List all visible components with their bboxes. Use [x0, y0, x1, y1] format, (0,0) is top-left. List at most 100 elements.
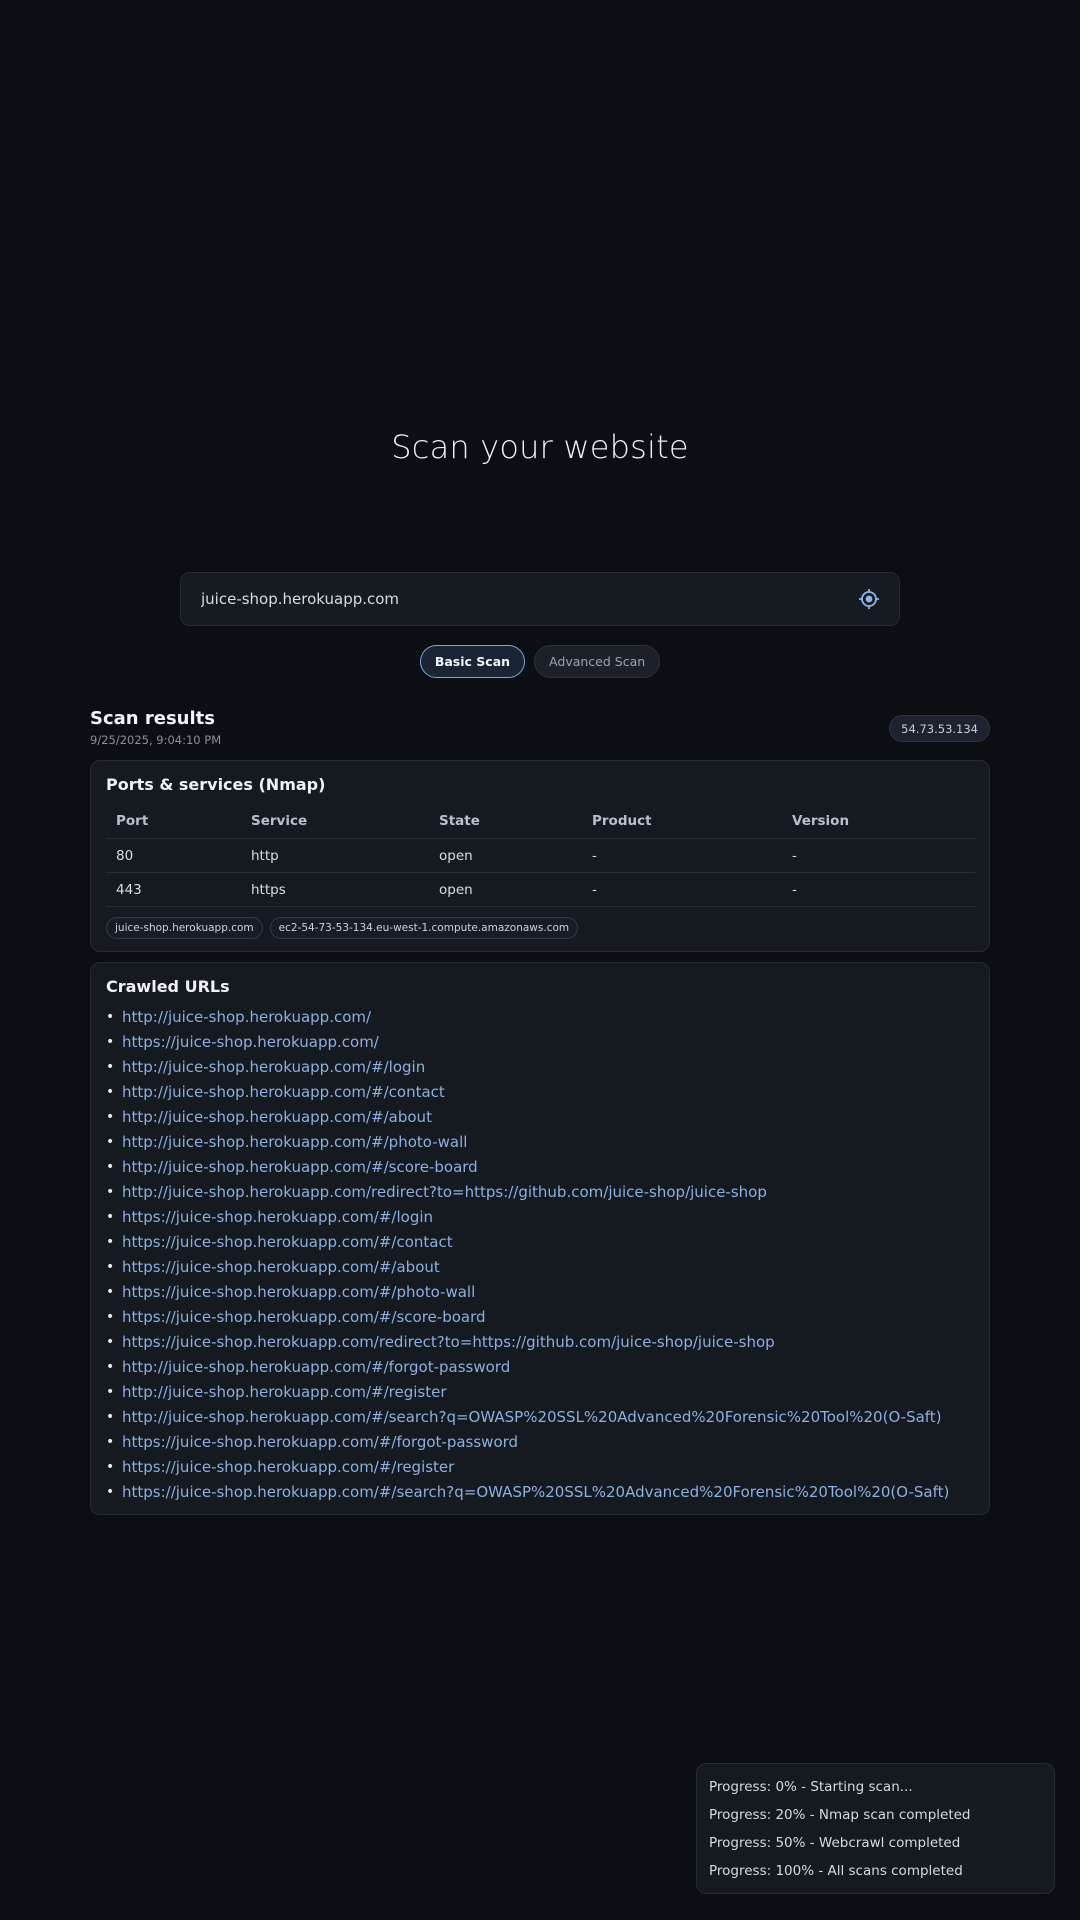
url-link[interactable]: https://juice-shop.herokuapp.com/#/login: [122, 1208, 433, 1226]
column-header: Product: [582, 804, 782, 839]
url-link[interactable]: https://juice-shop.herokuapp.com/#/forgo…: [122, 1433, 518, 1451]
list-item: • http://juice-shop.herokuapp.com/#/score…: [106, 1154, 975, 1179]
url-link[interactable]: https://juice-shop.herokuapp.com/: [122, 1033, 379, 1051]
url-input[interactable]: [201, 590, 857, 608]
bullet-icon: •: [106, 1233, 115, 1250]
list-item: • https://juice-shop.herokuapp.com/#/phot…: [106, 1279, 975, 1304]
progress-line: Progress: 0% - Starting scan...: [709, 1779, 913, 1795]
list-item: • https://juice-shop.herokuapp.com/#/cont…: [106, 1229, 975, 1254]
url-link[interactable]: https://juice-shop.herokuapp.com/#/score…: [122, 1308, 486, 1326]
hostname-chip: ec2-54-73-53-134.eu-west-1.compute.amazo…: [269, 917, 579, 939]
url-list: • http://juice-shop.herokuapp.com/ • https…: [106, 1004, 975, 1504]
bullet-icon: •: [106, 1158, 115, 1175]
url-link[interactable]: https://juice-shop.herokuapp.com/#/photo…: [122, 1283, 475, 1301]
column-header: State: [429, 804, 582, 839]
bullet-icon: •: [106, 1283, 115, 1300]
column-header: Service: [241, 804, 429, 839]
product-cell: -: [582, 872, 782, 907]
port-cell: 80: [106, 838, 241, 873]
state-cell: open: [429, 872, 582, 907]
url-link[interactable]: https://juice-shop.herokuapp.com/#/about: [122, 1258, 440, 1276]
version-cell: -: [782, 838, 975, 873]
list-item: • http://juice-shop.herokuapp.com/#/login: [106, 1054, 975, 1079]
bullet-icon: •: [106, 1458, 115, 1475]
bullet-icon: •: [106, 1333, 115, 1350]
url-link[interactable]: http://juice-shop.herokuapp.com/#/search…: [122, 1408, 942, 1426]
ip-badge: 54.73.53.134: [889, 715, 990, 742]
bullet-icon: •: [106, 1208, 115, 1225]
service-cell: https: [241, 872, 429, 907]
bullet-icon: •: [106, 1408, 115, 1425]
target-icon[interactable]: [857, 587, 881, 611]
state-cell: open: [429, 838, 582, 873]
column-header: Port: [106, 804, 241, 839]
progress-line: Progress: 100% - All scans completed: [709, 1863, 963, 1879]
bullet-icon: •: [106, 1058, 115, 1075]
bullet-icon: •: [106, 1008, 115, 1025]
list-item: • http://juice-shop.herokuapp.com/#/conta…: [106, 1079, 975, 1104]
results-header: Scan results 9/25/2025, 9:04:10 PM 54.73…: [90, 708, 990, 747]
table-row: 443 https open - -: [106, 872, 975, 907]
bullet-icon: •: [106, 1108, 115, 1125]
bullet-icon: •: [106, 1483, 115, 1500]
bullet-icon: •: [106, 1083, 115, 1100]
url-link[interactable]: http://juice-shop.herokuapp.com/#/contac…: [122, 1083, 445, 1101]
ports-table: Port Service State Product Version 80 ht…: [106, 804, 975, 907]
url-link[interactable]: https://juice-shop.herokuapp.com/redirec…: [122, 1333, 775, 1351]
ports-card: Ports & services (Nmap) Port Service Sta…: [90, 760, 990, 952]
list-item: • https://juice-shop.herokuapp.com/#/regi…: [106, 1454, 975, 1479]
bullet-icon: •: [106, 1308, 115, 1325]
basic-scan-button[interactable]: Basic Scan: [419, 645, 526, 678]
results-timestamp: 9/25/2025, 9:04:10 PM: [90, 733, 222, 747]
bullet-icon: •: [106, 1258, 115, 1275]
column-header: Version: [782, 804, 975, 839]
progress-line: Progress: 50% - Webcrawl completed: [709, 1835, 961, 1851]
url-link[interactable]: http://juice-shop.herokuapp.com/#/regist…: [122, 1383, 447, 1401]
product-cell: -: [582, 838, 782, 873]
port-cell: 443: [106, 872, 241, 907]
url-link[interactable]: https://juice-shop.herokuapp.com/#/regis…: [122, 1458, 454, 1476]
list-item: • https://juice-shop.herokuapp.com/#/scor…: [106, 1304, 975, 1329]
list-item: • http://juice-shop.herokuapp.com/redirec…: [106, 1179, 975, 1204]
page: Scan your website Basic Scan Advanced Sc…: [0, 0, 1080, 1920]
url-link[interactable]: http://juice-shop.herokuapp.com/#/photo-…: [122, 1133, 467, 1151]
advanced-scan-button[interactable]: Advanced Scan: [534, 645, 661, 678]
bullet-icon: •: [106, 1033, 115, 1050]
url-link[interactable]: http://juice-shop.herokuapp.com/#/login: [122, 1058, 425, 1076]
page-title: Scan your website: [391, 428, 689, 466]
url-link[interactable]: http://juice-shop.herokuapp.com/redirect…: [122, 1183, 767, 1201]
list-item: • http://juice-shop.herokuapp.com/#/photo…: [106, 1129, 975, 1154]
list-item: • http://juice-shop.herokuapp.com/#/regis…: [106, 1379, 975, 1404]
url-link[interactable]: http://juice-shop.herokuapp.com/: [122, 1008, 371, 1026]
list-item: • https://juice-shop.herokuapp.com/#/logi…: [106, 1204, 975, 1229]
url-link[interactable]: https://juice-shop.herokuapp.com/#/conta…: [122, 1233, 453, 1251]
progress-log-panel: Progress: 0% - Starting scan... Progress…: [696, 1763, 1055, 1894]
url-link[interactable]: https://juice-shop.herokuapp.com/#/searc…: [122, 1483, 949, 1501]
scan-type-selector: Basic Scan Advanced Scan: [0, 645, 1080, 678]
url-link[interactable]: http://juice-shop.herokuapp.com/#/forgot…: [122, 1358, 510, 1376]
bullet-icon: •: [106, 1433, 115, 1450]
table-row: 80 http open - -: [106, 838, 975, 873]
list-item: • https://juice-shop.herokuapp.com/: [106, 1029, 975, 1054]
crawled-urls-card: Crawled URLs • http://juice-shop.herokuap…: [90, 962, 990, 1515]
list-item: • https://juice-shop.herokuapp.com/#/forg…: [106, 1429, 975, 1454]
table-header-row: Port Service State Product Version: [106, 804, 975, 839]
version-cell: -: [782, 872, 975, 907]
search-bar: [180, 572, 900, 626]
results-title: Scan results: [90, 708, 215, 729]
list-item: • https://juice-shop.herokuapp.com/#/abou…: [106, 1254, 975, 1279]
bullet-icon: •: [106, 1383, 115, 1400]
url-link[interactable]: http://juice-shop.herokuapp.com/#/score-…: [122, 1158, 478, 1176]
list-item: • http://juice-shop.herokuapp.com/: [106, 1004, 975, 1029]
list-item: • http://juice-shop.herokuapp.com/#/about: [106, 1104, 975, 1129]
list-item: • http://juice-shop.herokuapp.com/#/forgo…: [106, 1354, 975, 1379]
bullet-icon: •: [106, 1358, 115, 1375]
list-item: • http://juice-shop.herokuapp.com/#/searc…: [106, 1404, 975, 1429]
crawled-urls-title: Crawled URLs: [106, 977, 230, 996]
ports-card-title: Ports & services (Nmap): [106, 775, 326, 794]
url-link[interactable]: http://juice-shop.herokuapp.com/#/about: [122, 1108, 432, 1126]
hostname-chip: juice-shop.herokuapp.com: [106, 917, 263, 939]
hostname-chips: juice-shop.herokuapp.com ec2-54-73-53-13…: [106, 917, 975, 939]
progress-line: Progress: 20% - Nmap scan completed: [709, 1807, 971, 1823]
service-cell: http: [241, 838, 429, 873]
